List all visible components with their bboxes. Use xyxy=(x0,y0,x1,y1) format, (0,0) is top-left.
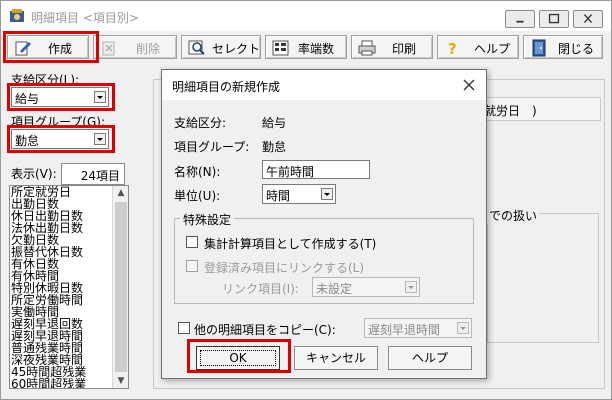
print-label: 印刷 xyxy=(392,42,417,56)
maximize-button[interactable] xyxy=(539,10,569,28)
aggregate-label[interactable]: 集計計算項目として作成する(T) xyxy=(204,235,376,252)
highlight-ok xyxy=(187,339,291,373)
window-title: 明細項目 <項目別> xyxy=(31,11,139,25)
link-item-select[interactable]: 未設定 xyxy=(312,277,420,297)
copy-checkbox[interactable] xyxy=(178,322,190,334)
dlg-pay-category-value: 給与 xyxy=(262,116,287,130)
item-count-value: 24項目 xyxy=(80,169,120,183)
chevron-down-icon xyxy=(405,281,417,293)
unit-select[interactable]: 時間 xyxy=(262,184,336,204)
dialog-help-button[interactable]: ヘルプ xyxy=(388,346,472,370)
maximize-icon xyxy=(548,13,560,24)
copy-source-select[interactable]: 遅刻早退時間 xyxy=(364,318,472,338)
list-item[interactable]: 60時間超残業 xyxy=(10,378,128,388)
list-item[interactable]: 法休出勤日数 xyxy=(10,222,128,234)
list-item[interactable]: 振替代休日数 xyxy=(10,246,128,258)
highlight-create xyxy=(3,31,99,63)
chevron-down-icon xyxy=(321,188,333,200)
list-item[interactable]: 有休時間 xyxy=(10,270,128,282)
scroll-thumb[interactable] xyxy=(115,202,127,372)
list-item[interactable]: 欠勤日数 xyxy=(10,234,128,246)
minimize-button[interactable] xyxy=(505,10,535,28)
svg-text:?: ? xyxy=(448,40,457,57)
list-item[interactable]: 普通残業時間 xyxy=(10,342,128,354)
dlg-item-group-value: 勤怠 xyxy=(262,140,287,154)
link-item-value: 未設定 xyxy=(316,282,353,296)
link-item-label: リンク項目(I): xyxy=(222,282,299,296)
unit-label: 単位(U): xyxy=(174,189,221,203)
dialog-title-bar: 明細項目の新規作成 xyxy=(162,70,486,100)
close-window-button[interactable] xyxy=(573,10,603,28)
printer-icon xyxy=(358,40,376,56)
copy-label[interactable]: 他の明細項目をコピー(C): xyxy=(194,321,336,338)
magnifier-icon xyxy=(188,40,205,55)
highlight-item-group xyxy=(7,125,115,153)
name-input[interactable]: 午前時間 xyxy=(262,160,370,179)
cancel-label: キャンセル xyxy=(305,351,366,365)
list-item[interactable]: 遅刻早退回数 xyxy=(10,318,128,330)
bg-group-legend: での扱い xyxy=(487,207,540,224)
help-button[interactable]: ? ヘルプ xyxy=(437,35,519,59)
list-item[interactable]: 深夜残業時間 xyxy=(10,354,128,366)
aggregate-checkbox[interactable] xyxy=(186,236,198,248)
list-item[interactable]: 所定労働時間 xyxy=(10,294,128,306)
app-icon xyxy=(10,9,24,22)
bg-field-text: 就労日 ) xyxy=(484,104,537,118)
name-value: 午前時間 xyxy=(266,165,315,179)
help-label: ヘルプ xyxy=(474,42,511,56)
item-count: 24項目 xyxy=(61,163,125,185)
list-item[interactable]: 有休日数 xyxy=(10,258,128,270)
dialog-title: 明細項目の新規作成 xyxy=(172,80,281,94)
bg-group xyxy=(487,213,599,343)
dialog-help-label: ヘルプ xyxy=(411,351,448,365)
rounding-label: 率端数 xyxy=(298,42,335,56)
scroll-down-icon[interactable]: ▼ xyxy=(116,376,126,386)
close-label: 閉じる xyxy=(558,42,595,56)
list-item[interactable]: 休日出勤日数 xyxy=(10,210,128,222)
bg-field: 就労日 ) xyxy=(477,97,601,121)
scroll-up-icon[interactable]: ▲ xyxy=(116,188,126,198)
list-item[interactable]: 遅刻早退時間 xyxy=(10,330,128,342)
close-button[interactable]: 閉じる xyxy=(523,35,603,59)
highlight-pay-category xyxy=(7,83,115,111)
unit-value: 時間 xyxy=(266,189,291,203)
list-item[interactable]: 実働時間 xyxy=(10,306,128,318)
list-scrollbar[interactable]: ▲ ▼ xyxy=(112,186,128,388)
delete-button[interactable]: 削除 xyxy=(93,35,177,59)
title-bar: 明細項目 <項目別> xyxy=(1,1,611,31)
dlg-pay-category-label: 支給区分: xyxy=(174,116,227,130)
item-list[interactable]: 所定就労日 出勤日数 休日出勤日数 法休出勤日数 欠勤日数 振替代休日数 有休日数 有休時間特… xyxy=(9,185,129,389)
link-checkbox[interactable] xyxy=(186,260,198,272)
delete-icon xyxy=(102,41,115,56)
link-label[interactable]: 登録済み項目にリンクする(L) xyxy=(204,259,364,276)
list-item[interactable]: 45時間超残業 xyxy=(10,366,128,378)
close-icon[interactable] xyxy=(460,76,478,94)
print-button[interactable]: 印刷 xyxy=(351,35,433,59)
copy-source-value: 遅刻早退時間 xyxy=(368,323,441,337)
select-label: セレクト xyxy=(212,42,261,56)
list-item[interactable]: 所定就労日 xyxy=(10,186,128,198)
list-item[interactable]: 特別休暇日数 xyxy=(10,282,128,294)
delete-label: 削除 xyxy=(136,42,161,56)
exit-door-icon xyxy=(532,39,546,57)
select-button[interactable]: セレクト xyxy=(181,35,261,59)
minimize-icon xyxy=(516,20,524,23)
rounding-icon xyxy=(272,40,289,56)
name-label: 名称(N): xyxy=(174,165,221,179)
display-label: 表示(V): xyxy=(11,167,57,181)
rounding-button[interactable]: 率端数 xyxy=(265,35,347,59)
question-icon: ? xyxy=(448,40,457,57)
chevron-down-icon xyxy=(457,322,469,334)
dlg-item-group-label: 項目グループ: xyxy=(174,140,250,154)
new-item-dialog: 明細項目の新規作成 支給区分: 給与 項目グループ: 勤怠 名称(N): 午前時… xyxy=(161,69,487,379)
item-list-body: 所定就労日 出勤日数 休日出勤日数 法休出勤日数 欠勤日数 振替代休日数 有休日数 有休時間特… xyxy=(10,186,128,388)
main-window: 明細項目 <項目別> 作成 削除 セレクト 率端数 印刷 ? ヘルプ 閉じる 支… xyxy=(0,0,612,400)
list-item[interactable]: 出勤日数 xyxy=(10,198,128,210)
cancel-button[interactable]: キャンセル xyxy=(294,346,378,370)
close-icon xyxy=(583,14,593,24)
special-settings-legend: 特殊設定 xyxy=(180,211,235,228)
